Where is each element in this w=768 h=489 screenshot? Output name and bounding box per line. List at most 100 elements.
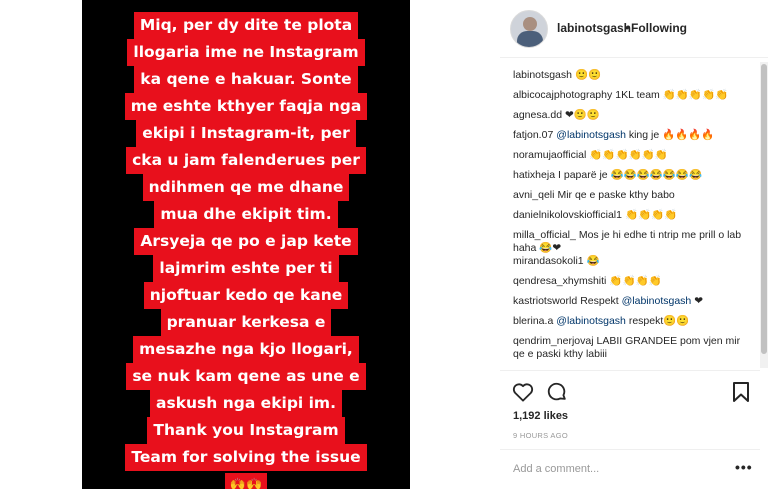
comment-text: 1KL team 👏👏👏👏👏 (615, 89, 729, 101)
bookmark-icon[interactable] (729, 380, 753, 404)
story-emoji-row: 🙌🙌 (82, 473, 410, 489)
story-line: ndihmen qe me dhane (82, 174, 410, 201)
story-line: Thank you Instagram (82, 417, 410, 444)
add-comment-input[interactable]: Add a comment... (513, 463, 599, 475)
comment-item: kastriotsworld Respekt @labinotsgash ❤ (513, 295, 753, 315)
comment-username[interactable]: milla_official_ (513, 229, 576, 241)
header-separator: • (625, 21, 630, 35)
story-line: mesazhe nga kjo llogari, (82, 336, 410, 363)
comment-item: fatjon.07 @labinotsgash king je 🔥🔥🔥🔥 (513, 129, 753, 149)
comment-username[interactable]: kastriotsworld (513, 295, 577, 307)
comment-suffix: ❤ (694, 295, 703, 307)
story-line-text: se nuk kam qene as une e (126, 363, 366, 390)
comment-username[interactable]: labinotsgash (513, 69, 572, 81)
comment-text: respekt🙂🙂 (628, 315, 690, 327)
comment-text: 👏👏👏👏 (609, 275, 662, 287)
comment-item: milla_official_ Mos je hi edhe ti ntrip m… (513, 229, 753, 255)
comment-username[interactable]: agnesa.dd (513, 109, 562, 121)
story-line: Miq, per dy dite te plota (82, 12, 410, 39)
story-line-text: ekipi i Instagram-it, per (136, 120, 356, 147)
more-options-icon[interactable]: ••• (735, 460, 752, 476)
story-line: se nuk kam qene as une e (82, 363, 410, 390)
story-line-text: mua dhe ekipit tim. (154, 201, 338, 228)
post-header: labinotsgash • Following (500, 0, 768, 58)
comment-mention-link[interactable]: @labinotsgash (556, 129, 626, 141)
comment-mention-link[interactable]: @labinotsgash (556, 315, 626, 327)
comment-username[interactable]: noramujaofficial (513, 149, 586, 161)
comment-text: Respekt (580, 295, 619, 307)
story-line-text: askush nga ekipi im. (150, 390, 342, 417)
comment-text: king je 🔥🔥🔥🔥 (628, 129, 715, 141)
story-line: me eshte kthyer faqja nga (82, 93, 410, 120)
comment-text: I paparë je 😂😂😂😂😂😂😂 (558, 169, 703, 181)
comment-username[interactable]: mirandasokoli1 (513, 255, 584, 267)
story-line: llogaria ime ne Instagram (82, 39, 410, 66)
story-line-text: ndihmen qe me dhane (142, 174, 350, 201)
comment-username[interactable]: avni_qeli (513, 189, 554, 201)
comment-item: qendrim_nerjovaj LABII GRANDEE pom vjen m… (513, 335, 753, 361)
comment-item: blerina.a @labinotsgash respekt🙂🙂 (513, 315, 753, 335)
story-line-text: pranuar kerkesa e (160, 309, 332, 336)
avatar-face (523, 17, 537, 31)
raised-hands-icon: 🙌🙌 (224, 473, 268, 489)
comment-username[interactable]: qendrim_nerjovaj (513, 335, 594, 347)
story-line-text: Thank you Instagram (147, 417, 345, 444)
comment-item: labinotsgash 🙂🙂 (513, 69, 753, 89)
comment-item: albicocajphotography 1KL team 👏👏👏👏👏 (513, 89, 753, 109)
comment-item: agnesa.dd ❤🙂🙂 (513, 109, 753, 129)
story-line: ka qene e hakuar. Sonte (82, 66, 410, 93)
comment-username[interactable]: hatixheja (513, 169, 555, 181)
header-username[interactable]: labinotsgash (557, 21, 631, 35)
story-text-block: Miq, per dy dite te plota llogaria ime ne… (82, 12, 410, 489)
comment-username[interactable]: albicocajphotography (513, 89, 612, 101)
comment-username[interactable]: danielnikolovskiofficial1 (513, 209, 622, 221)
comment-text: 👏👏👏👏👏👏 (589, 149, 668, 161)
story-line: mua dhe ekipit tim. (82, 201, 410, 228)
story-line: pranuar kerkesa e (82, 309, 410, 336)
instagram-post-page: Miq, per dy dite te plota llogaria ime ne… (0, 0, 768, 489)
comment-text: 🙂🙂 (574, 69, 602, 81)
comment-item: noramujaofficial 👏👏👏👏👏👏 (513, 149, 753, 169)
comment-item: avni_qeli Mir qe e paske kthy babo (513, 189, 753, 209)
comment-item: hatixheja I paparë je 😂😂😂😂😂😂😂 (513, 169, 753, 189)
likes-count[interactable]: 1,192 likes (513, 410, 568, 422)
post-timestamp: 9 HOURS AGO (513, 431, 568, 440)
story-line-text: njoftuar kedo qe kane (143, 282, 349, 309)
comments-list: labinotsgash 🙂🙂 albicocajphotography 1KL t… (513, 69, 753, 361)
story-line-text: cka u jam falenderues per (126, 147, 366, 174)
comment-item: danielnikolovskiofficial1 👏👏👏👏 (513, 209, 753, 229)
comments-scrollbar-thumb[interactable] (761, 64, 767, 354)
avatar-body (517, 31, 543, 47)
story-line-text: lajmrim eshte per ti (153, 255, 339, 282)
comment-text: Mir qe e paske kthy babo (557, 189, 675, 201)
story-line-text: llogaria ime ne Instagram (127, 39, 365, 66)
story-line: Team for solving the issue (82, 444, 410, 471)
story-line: lajmrim eshte per ti (82, 255, 410, 282)
comment-username[interactable]: blerina.a (513, 315, 553, 327)
story-line-text: ka qene e hakuar. Sonte (134, 66, 358, 93)
story-line-text: Team for solving the issue (125, 444, 367, 471)
heart-icon[interactable] (511, 380, 535, 404)
actions-divider (500, 370, 760, 371)
comment-text: ❤🙂🙂 (565, 109, 600, 121)
story-line-text: mesazhe nga kjo llogari, (133, 336, 359, 363)
story-line-text: Miq, per dy dite te plota (133, 12, 359, 39)
comment-input-divider (500, 449, 760, 450)
comment-item: qendresa_xhymshiti 👏👏👏👏 (513, 275, 753, 295)
comment-icon[interactable] (545, 380, 569, 404)
follow-button[interactable]: Following (631, 21, 687, 35)
story-line: ekipi i Instagram-it, per (82, 120, 410, 147)
comment-username[interactable]: qendresa_xhymshiti (513, 275, 606, 287)
post-image[interactable]: Miq, per dy dite te plota llogaria ime ne… (82, 0, 410, 489)
comment-item: mirandasokoli1 😂 (513, 255, 753, 275)
comment-text: 👏👏👏👏 (624, 209, 678, 221)
comment-text: 😂 (586, 255, 600, 267)
profile-avatar[interactable] (510, 10, 548, 48)
comment-username[interactable]: fatjon.07 (513, 129, 553, 141)
story-line-text: Arsyeja qe po e jap kete (134, 228, 358, 255)
story-line-text: me eshte kthyer faqja nga (124, 93, 368, 120)
story-line: njoftuar kedo qe kane (82, 282, 410, 309)
story-line: cka u jam falenderues per (82, 147, 410, 174)
comment-mention-link[interactable]: @labinotsgash (622, 295, 692, 307)
story-line: askush nga ekipi im. (82, 390, 410, 417)
